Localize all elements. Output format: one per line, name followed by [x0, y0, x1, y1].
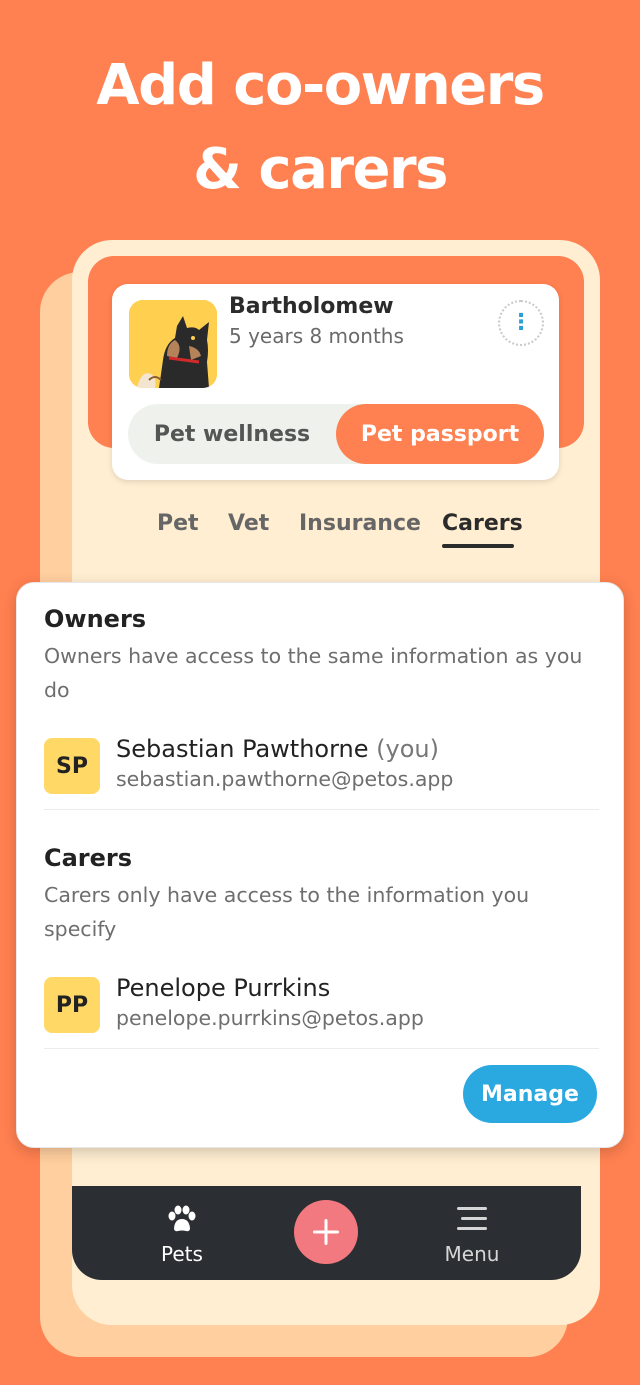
carers-title: Carers: [44, 844, 133, 872]
carer-name[interactable]: Penelope Purrkins: [116, 974, 330, 1002]
access-panel: Owners Owners have access to the same in…: [16, 582, 624, 1148]
carer-email: penelope.purrkins@petos.app: [116, 1006, 424, 1030]
dog-portrait-icon[interactable]: [129, 300, 217, 388]
more-vertical-icon[interactable]: ⋮: [498, 300, 544, 346]
tab-pet[interactable]: Pet: [157, 506, 199, 546]
owners-description: Owners have access to the same informati…: [44, 644, 583, 702]
divider: [44, 809, 599, 810]
menu-icon: [457, 1207, 487, 1230]
headline: Add co-owners & carers: [0, 44, 640, 212]
owner-avatar: SP: [44, 738, 100, 794]
pet-name: Bartholomew: [229, 294, 394, 319]
nav-menu-label: Menu: [444, 1242, 500, 1266]
carer-avatar: PP: [44, 977, 100, 1033]
tab-vet[interactable]: Vet: [228, 506, 269, 546]
headline-line-1: Add co-owners: [96, 53, 545, 118]
nav-menu[interactable]: Menu: [412, 1186, 532, 1280]
owner-you-label: (you): [376, 735, 439, 763]
bottom-nav: Pets Menu: [72, 1186, 581, 1280]
pet-profile-card: Bartholomew 5 years 8 months ⋮ Pet welln…: [112, 284, 559, 480]
nav-pets[interactable]: Pets: [122, 1186, 242, 1280]
pet-view-toggle: Pet wellness Pet passport: [128, 404, 544, 464]
add-button[interactable]: [294, 1200, 358, 1264]
owner-name: Sebastian Pawthorne: [116, 735, 369, 763]
tab-carers[interactable]: Carers: [442, 506, 523, 546]
pet-passport-tab[interactable]: Pet passport: [336, 404, 544, 464]
manage-button[interactable]: Manage: [463, 1065, 597, 1123]
pet-wellness-tab[interactable]: Pet wellness: [128, 404, 336, 464]
headline-line-2: & carers: [193, 137, 448, 202]
owner-name-row[interactable]: Sebastian Pawthorne (you): [116, 735, 439, 763]
active-tab-indicator: [442, 544, 514, 548]
divider: [44, 1048, 599, 1049]
tab-insurance[interactable]: Insurance: [299, 506, 421, 546]
nav-pets-label: Pets: [161, 1242, 203, 1266]
owners-title: Owners: [44, 605, 147, 633]
carers-description: Carers only have access to the informati…: [44, 883, 530, 941]
pet-age: 5 years 8 months: [229, 324, 404, 348]
paw-icon: [168, 1205, 196, 1232]
plus-icon: [313, 1219, 339, 1245]
owner-email: sebastian.pawthorne@petos.app: [116, 767, 454, 791]
passport-tabs: Pet Vet Insurance Carers: [140, 506, 540, 556]
